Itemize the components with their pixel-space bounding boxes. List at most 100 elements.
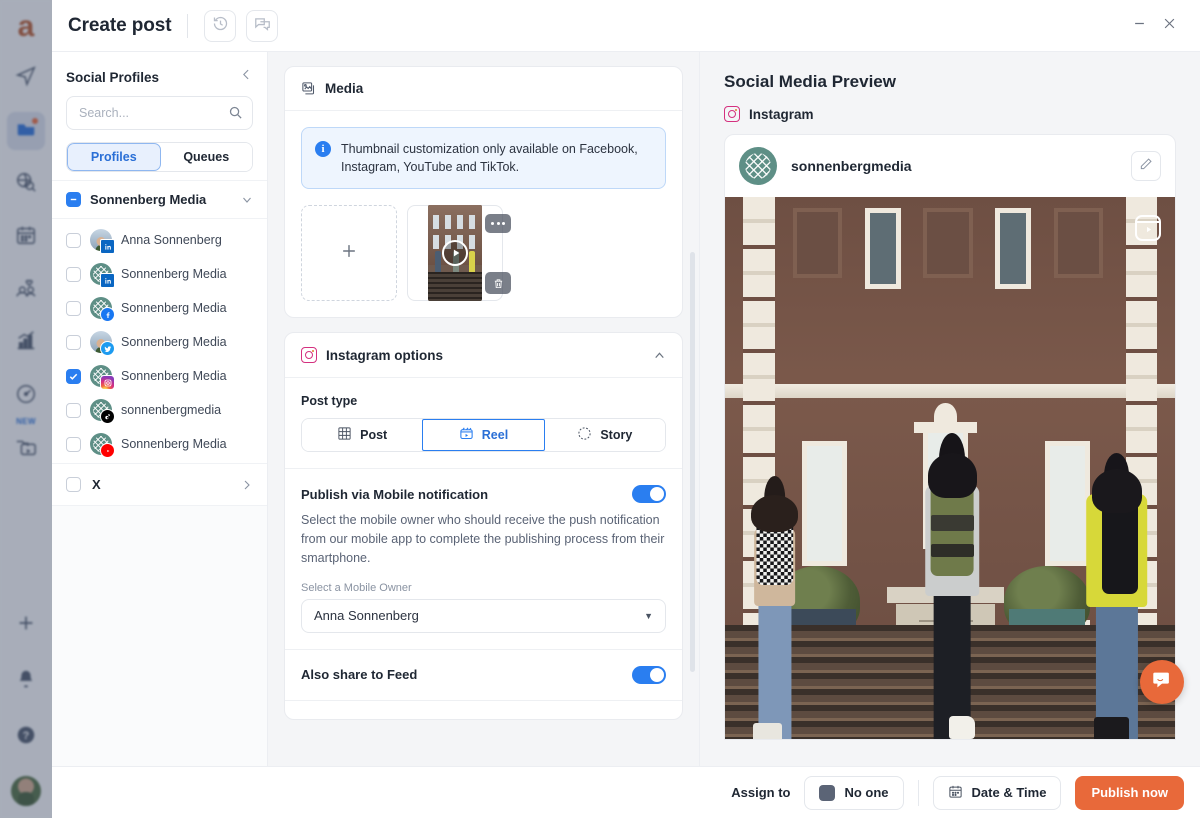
add-media-button[interactable] bbox=[301, 205, 397, 302]
post-type-option-post[interactable]: Post bbox=[302, 419, 423, 452]
profile-checkbox[interactable] bbox=[66, 266, 81, 282]
profile-search bbox=[66, 96, 253, 130]
list-item[interactable]: Sonnenberg Media bbox=[52, 257, 267, 291]
post-type-option-story[interactable]: Story bbox=[544, 419, 665, 452]
chevron-down-icon[interactable] bbox=[241, 194, 253, 206]
date-time-button[interactable]: Date & Time bbox=[932, 775, 1062, 810]
mobile-owner-select[interactable]: Anna Sonnenberg ▼ bbox=[301, 598, 666, 633]
info-banner-text: Thumbnail customization only available o… bbox=[341, 142, 638, 175]
assignee-button[interactable]: No one bbox=[804, 775, 904, 810]
instagram-icon bbox=[301, 347, 317, 364]
x-group-checkbox[interactable] bbox=[66, 477, 81, 492]
avatar bbox=[90, 229, 115, 254]
chat-support-button[interactable] bbox=[1140, 660, 1184, 704]
comments-icon bbox=[254, 15, 271, 37]
preview-account-row: sonnenbergmedia bbox=[725, 135, 1175, 197]
profile-checkbox[interactable] bbox=[66, 402, 81, 418]
avatar bbox=[90, 297, 115, 322]
facebook-badge-icon bbox=[100, 307, 115, 322]
profile-name: Sonnenberg Media bbox=[121, 267, 227, 281]
profile-group-x[interactable]: X bbox=[52, 463, 267, 506]
assignee-name: No one bbox=[844, 785, 889, 800]
profiles-pane-header: Social Profiles bbox=[52, 52, 267, 96]
tab-profiles[interactable]: Profiles bbox=[67, 143, 161, 171]
editor-pane: Media i Thumbnail customization only ava… bbox=[268, 52, 700, 766]
preview-person-center bbox=[914, 414, 991, 739]
preview-person-left bbox=[739, 473, 811, 739]
profile-name: sonnenbergmedia bbox=[121, 403, 222, 417]
avatar bbox=[90, 433, 115, 458]
chevron-up-icon[interactable] bbox=[653, 349, 666, 362]
instagram-options-header[interactable]: Instagram options bbox=[285, 333, 682, 379]
date-time-label: Date & Time bbox=[971, 785, 1047, 800]
linkedin-badge-icon bbox=[100, 273, 115, 288]
list-item[interactable]: Sonnenberg Media bbox=[52, 325, 267, 359]
youtube-badge-icon bbox=[100, 443, 115, 458]
edit-preview-button[interactable] bbox=[1131, 151, 1161, 181]
avatar bbox=[90, 263, 115, 288]
info-icon: i bbox=[315, 141, 331, 157]
publish-now-button[interactable]: Publish now bbox=[1075, 775, 1184, 810]
modal-body: Social Profiles Profiles Queues bbox=[52, 52, 1200, 766]
mobile-notification-toggle[interactable] bbox=[632, 485, 666, 504]
collapse-profiles-button[interactable] bbox=[240, 68, 253, 86]
history-icon bbox=[212, 15, 229, 37]
profile-name: Sonnenberg Media bbox=[121, 369, 227, 383]
instagram-badge-icon bbox=[100, 375, 115, 390]
trash-icon[interactable] bbox=[485, 272, 511, 295]
profile-checkbox[interactable] bbox=[66, 334, 81, 350]
minimize-button[interactable] bbox=[1124, 11, 1154, 41]
profile-checkbox[interactable] bbox=[66, 436, 81, 452]
avatar bbox=[90, 365, 115, 390]
avatar bbox=[90, 399, 115, 424]
list-item[interactable]: sonnenbergmedia bbox=[52, 393, 267, 427]
also-share-to-feed-toggle[interactable] bbox=[632, 665, 666, 684]
also-share-to-feed-row: Also share to Feed bbox=[301, 665, 666, 684]
reel-icon bbox=[459, 426, 474, 444]
post-type-label-story: Story bbox=[600, 428, 633, 443]
chat-bubble-icon bbox=[1151, 669, 1173, 696]
profile-checkbox[interactable] bbox=[66, 232, 81, 248]
post-type-label-post: Post bbox=[360, 428, 388, 443]
comments-button[interactable] bbox=[246, 9, 279, 42]
page-title: Create post bbox=[68, 14, 172, 36]
profile-name: Sonnenberg Media bbox=[121, 437, 227, 451]
close-button[interactable] bbox=[1154, 11, 1184, 41]
profile-name: Sonnenberg Media bbox=[121, 301, 227, 315]
grid-icon bbox=[337, 426, 352, 444]
group-name: Sonnenberg Media bbox=[90, 192, 207, 207]
list-item[interactable]: Anna Sonnenberg bbox=[52, 223, 267, 257]
chevron-right-icon[interactable] bbox=[241, 479, 253, 491]
also-share-to-feed-label: Also share to Feed bbox=[301, 667, 418, 682]
history-button[interactable] bbox=[204, 9, 237, 42]
linkedin-badge-icon bbox=[100, 239, 115, 254]
profile-checkbox[interactable] bbox=[66, 368, 81, 384]
footer-divider bbox=[917, 779, 919, 806]
list-item[interactable]: Sonnenberg Media bbox=[52, 291, 267, 325]
modal-header: Create post bbox=[52, 0, 1200, 52]
app-root: a NEW ? Create post Social Profiles Sear… bbox=[0, 0, 1200, 818]
minimize-icon bbox=[1132, 16, 1147, 36]
mobile-owner-value: Anna Sonnenberg bbox=[314, 608, 419, 623]
modal-backdrop-overlay[interactable] bbox=[0, 0, 52, 818]
assignee-avatar bbox=[819, 784, 836, 801]
play-icon[interactable] bbox=[442, 240, 468, 267]
search-icon[interactable] bbox=[228, 105, 243, 120]
assign-to-label: Assign to bbox=[731, 785, 791, 800]
list-item[interactable]: Sonnenberg Media bbox=[52, 427, 267, 461]
search-input[interactable] bbox=[66, 96, 253, 130]
post-type-label-reel: Reel bbox=[481, 428, 509, 443]
list-item[interactable]: Sonnenberg Media bbox=[52, 359, 267, 393]
preview-title: Social Media Preview bbox=[724, 72, 896, 91]
post-type-option-reel[interactable]: Reel bbox=[422, 419, 545, 452]
editor-scroll-area: Media i Thumbnail customization only ava… bbox=[268, 52, 699, 766]
group-checkbox[interactable] bbox=[66, 192, 81, 207]
media-thumbnail[interactable] bbox=[407, 205, 511, 302]
instagram-preview-card: sonnenbergmedia bbox=[724, 134, 1176, 740]
more-options-icon[interactable] bbox=[485, 214, 511, 234]
editor-scrollbar[interactable] bbox=[690, 252, 695, 672]
pencil-icon bbox=[1139, 157, 1153, 176]
profile-checkbox[interactable] bbox=[66, 300, 81, 316]
profile-group-sonnenberg-media[interactable]: Sonnenberg Media bbox=[52, 180, 267, 219]
tab-queues[interactable]: Queues bbox=[160, 143, 252, 171]
